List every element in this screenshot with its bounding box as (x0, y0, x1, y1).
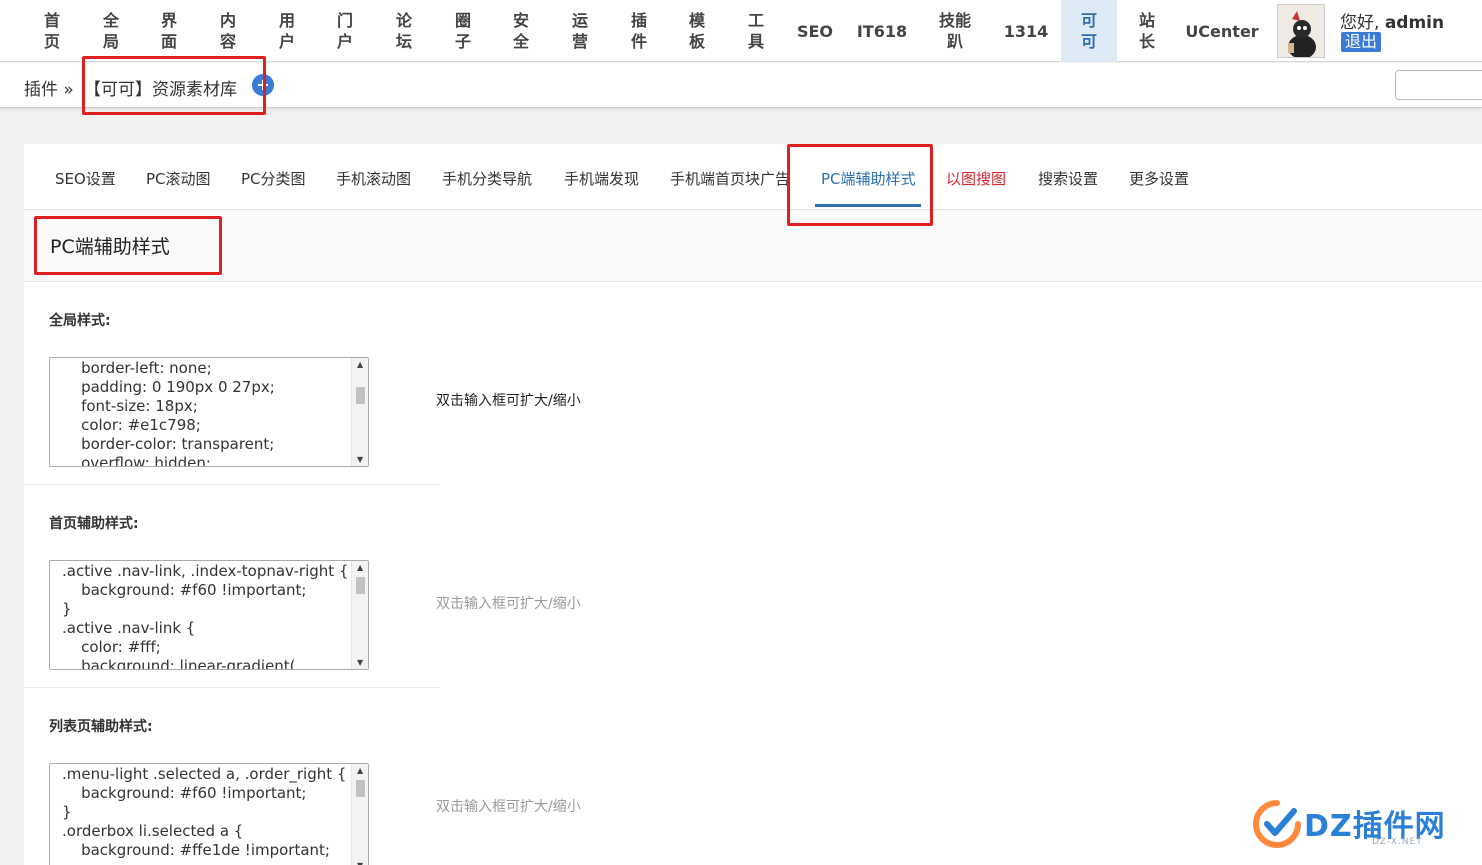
nav-item-groups[interactable]: 圈子 (451, 0, 475, 62)
scroll-thumb[interactable] (356, 780, 365, 797)
nav-item-portal[interactable]: 门户 (333, 0, 357, 62)
list-style-textarea[interactable]: .menu-light .selected a, .order_right { … (49, 763, 369, 865)
nav-item-ucenter[interactable]: UCenter (1182, 0, 1262, 62)
home-style-textarea[interactable]: .active .nav-link, .index-topnav-right {… (49, 560, 369, 670)
tab-image-search[interactable]: 以图搜图 (946, 168, 1006, 189)
scroll-up-icon[interactable]: ▲ (357, 563, 363, 572)
top-nav: 首页 全局 界面 内容 用户 门户 论坛 圈子 安全 运营 插件 模板 工具 S… (0, 0, 1482, 62)
scroll-down-icon[interactable]: ▼ (357, 861, 363, 865)
field-hint: 双击输入框可扩大/缩小 (436, 596, 581, 612)
watermark-subtext: DZ-X.NET (1372, 837, 1423, 847)
settings-tabs: SEO设置 PC滚动图 PC分类图 手机滚动图 手机分类导航 手机端发现 手机端… (24, 144, 1482, 210)
nav-item-content[interactable]: 内容 (216, 0, 240, 62)
scroll-up-icon[interactable]: ▲ (357, 766, 363, 775)
avatar[interactable] (1277, 4, 1325, 58)
nav-item-users[interactable]: 用户 (275, 0, 299, 62)
tab-pc-aux-style[interactable]: PC端辅助样式 (821, 168, 916, 189)
breadcrumb-current: 【可可】资源素材库 (84, 80, 237, 100)
logout-button[interactable]: 退出 (1341, 32, 1382, 52)
textarea-scrollbar[interactable]: ▲ ▼ (351, 358, 368, 466)
nav-item-plugins[interactable]: 插件 (627, 0, 651, 62)
section-header: PC端辅助样式 (24, 210, 1482, 282)
section-title: PC端辅助样式 (50, 236, 170, 258)
textarea-content: .menu-light .selected a, .order_right { … (62, 765, 347, 859)
breadcrumb-plugins-link[interactable]: 插件 » (24, 75, 74, 100)
field-label: 列表页辅助样式: (49, 719, 153, 735)
textarea-content: .active .nav-link, .index-topnav-right {… (62, 562, 349, 670)
nav-item-webmaster[interactable]: 站长 (1135, 0, 1159, 62)
tab-more-settings[interactable]: 更多设置 (1129, 168, 1189, 189)
field-hint: 双击输入框可扩大/缩小 (436, 799, 581, 815)
textarea-content: border-left: none; padding: 0 190px 0 27… (81, 359, 275, 467)
tab-mobile-discover[interactable]: 手机端发现 (564, 168, 639, 189)
scroll-up-icon[interactable]: ▲ (357, 360, 363, 369)
nav-item-home[interactable]: 首页 (40, 0, 64, 62)
add-icon[interactable]: + (252, 74, 274, 96)
tab-pc-slider[interactable]: PC滚动图 (146, 168, 211, 189)
textarea-scrollbar[interactable]: ▲ ▼ (351, 561, 368, 669)
watermark-check-icon (1253, 800, 1301, 848)
field-label: 全局样式: (49, 313, 111, 329)
top-search-input[interactable] (1395, 70, 1482, 100)
breadcrumb: 插件 » 【可可】资源素材库 + (0, 63, 1482, 108)
tab-mobile-category-nav[interactable]: 手机分类导航 (442, 168, 532, 189)
nav-item-security[interactable]: 安全 (509, 0, 533, 62)
tab-seo-settings[interactable]: SEO设置 (55, 168, 116, 189)
nav-item-skill[interactable]: 技能趴 (935, 0, 975, 62)
field-global-style: 全局样式: border-left: none; padding: 0 190p… (24, 282, 1482, 485)
scroll-thumb[interactable] (356, 387, 365, 404)
settings-panel: SEO设置 PC滚动图 PC分类图 手机滚动图 手机分类导航 手机端发现 手机端… (24, 144, 1482, 865)
nav-item-it618[interactable]: IT618 (852, 0, 912, 62)
field-label: 首页辅助样式: (49, 516, 139, 532)
nav-item-interface[interactable]: 界面 (157, 0, 181, 62)
nav-item-templates[interactable]: 模板 (685, 0, 709, 62)
global-style-textarea[interactable]: border-left: none; padding: 0 190px 0 27… (49, 357, 369, 467)
textarea-scrollbar[interactable]: ▲ ▼ (351, 764, 368, 865)
greeting: 您好, admin (1340, 13, 1445, 33)
nav-item-forum[interactable]: 论坛 (392, 0, 416, 62)
nav-item-global[interactable]: 全局 (99, 0, 123, 62)
avatar-image (1278, 5, 1324, 57)
nav-item-seo[interactable]: SEO (792, 0, 838, 62)
active-tab-underline (815, 204, 921, 207)
nav-item-keke[interactable]: 可可 (1061, 0, 1117, 62)
field-hint: 双击输入框可扩大/缩小 (436, 393, 581, 409)
tab-pc-category[interactable]: PC分类图 (241, 168, 306, 189)
field-home-style: 首页辅助样式: .active .nav-link, .index-topnav… (24, 485, 1482, 688)
nav-item-1314[interactable]: 1314 (998, 0, 1054, 62)
nav-item-operations[interactable]: 运营 (568, 0, 592, 62)
tab-search-settings[interactable]: 搜索设置 (1038, 168, 1098, 189)
scroll-down-icon[interactable]: ▼ (357, 658, 363, 667)
nav-item-tools[interactable]: 工具 (744, 0, 768, 62)
scroll-down-icon[interactable]: ▼ (357, 455, 363, 464)
scroll-thumb[interactable] (356, 577, 365, 594)
tab-mobile-slider[interactable]: 手机滚动图 (336, 168, 411, 189)
watermark: DZ插件网 DZ-X.NET (1252, 797, 1472, 857)
tab-mobile-home-ads[interactable]: 手机端首页块广告 (670, 168, 790, 189)
